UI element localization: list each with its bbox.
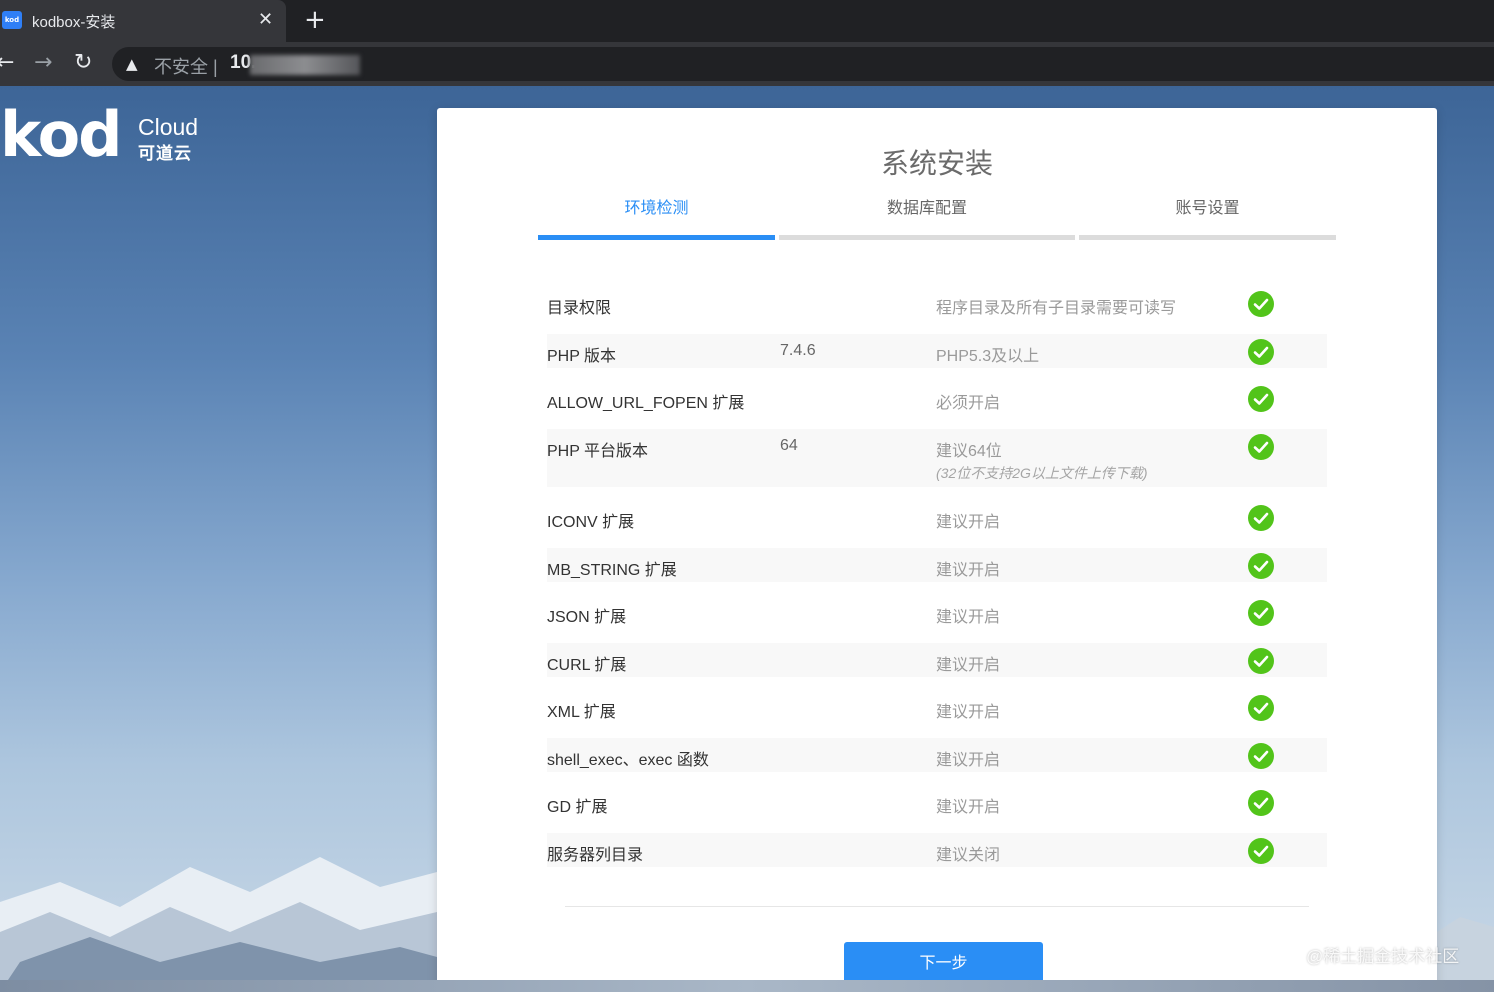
- step-progress-bar: [538, 235, 775, 240]
- check-row: ICONV 扩展 建议开启: [547, 500, 1327, 534]
- url-redacted-area: [250, 55, 360, 75]
- check-name: XML 扩展: [547, 704, 616, 721]
- check-requirement: 建议关闭: [936, 846, 1001, 864]
- check-name: 目录权限: [547, 300, 612, 317]
- check-circle-icon: [1248, 600, 1274, 626]
- browser-toolbar: ← → ↻ ▲ 不安全 | 10.: [0, 42, 1494, 86]
- check-circle-icon: [1248, 386, 1274, 412]
- check-requirement: 建议开启: [936, 609, 1001, 626]
- check-requirement: 建议开启: [936, 751, 1001, 769]
- step-db-config[interactable]: 数据库配置: [779, 196, 1075, 240]
- check-requirement: 建议64位: [936, 442, 1002, 460]
- close-icon[interactable]: ✕: [258, 9, 273, 31]
- check-row: MB_STRING 扩展 建议开启: [547, 547, 1327, 582]
- check-value: 7.4.6: [780, 341, 816, 359]
- check-circle-icon: [1248, 647, 1274, 674]
- check-requirement: 建议开启: [936, 514, 1001, 531]
- page-background: kod Cloud 可道云 系统安装 环境检测 数据库配置 账号设置 目录权限 程…: [0, 86, 1494, 992]
- check-circle-icon: [1248, 505, 1274, 531]
- kodcloud-logo: kod Cloud 可道云: [0, 98, 210, 171]
- check-row: JSON 扩展 建议开启: [547, 595, 1327, 629]
- browser-tab[interactable]: kod kodbox-安装 ✕: [0, 0, 286, 42]
- step-label: 账号设置: [1175, 200, 1240, 217]
- logo-cn-text: 可道云: [138, 144, 192, 163]
- check-circle-icon: [1248, 742, 1274, 769]
- check-value: 64: [780, 436, 798, 454]
- kod-favicon-icon: kod: [2, 11, 22, 29]
- check-circle-icon: [1248, 433, 1274, 460]
- page-title: 系统安装: [880, 148, 993, 179]
- logo-kod-text: kod: [0, 98, 123, 171]
- check-circle-icon: [1248, 338, 1274, 365]
- check-circle-icon: [1248, 790, 1274, 816]
- check-name: JSON 扩展: [547, 609, 627, 626]
- logo-cloud-text: Cloud: [138, 114, 199, 140]
- new-tab-button[interactable]: +: [304, 6, 326, 34]
- back-arrow-icon[interactable]: ←: [0, 51, 14, 75]
- check-row: 目录权限 程序目录及所有子目录需要可读写: [547, 286, 1327, 320]
- check-row: 服务器列目录 建议关闭: [547, 832, 1327, 867]
- step-account-setup[interactable]: 账号设置: [1079, 196, 1336, 240]
- check-circle-icon: [1248, 837, 1274, 864]
- check-circle-icon: [1248, 291, 1274, 317]
- check-requirement: 必须开启: [936, 395, 1001, 412]
- check-requirement: 建议开启: [936, 656, 1001, 674]
- watermark: @稀土掘金技术社区: [1306, 947, 1460, 966]
- check-circle-icon: [1248, 552, 1274, 579]
- check-row: GD 扩展 建议开启: [547, 785, 1327, 819]
- check-name: ALLOW_URL_FOPEN 扩展: [547, 395, 745, 412]
- bottom-edge: [0, 980, 1494, 992]
- check-circle-icon: [1248, 695, 1274, 721]
- check-name: CURL 扩展: [547, 656, 627, 674]
- check-name: PHP 版本: [547, 347, 617, 365]
- forward-arrow-icon[interactable]: →: [34, 51, 52, 75]
- check-row: PHP 版本 7.4.6 PHP5.3及以上: [547, 333, 1327, 368]
- step-env-check[interactable]: 环境检测: [538, 196, 775, 240]
- check-row: PHP 平台版本 64 建议64位 (32位不支持2G以上文件上传下载): [547, 428, 1327, 487]
- check-requirement: 建议开启: [936, 799, 1001, 816]
- divider: [565, 906, 1309, 907]
- check-row: XML 扩展 建议开启: [547, 690, 1327, 724]
- step-label: 数据库配置: [886, 200, 967, 217]
- check-requirement: 建议开启: [936, 704, 1001, 721]
- env-check-list: 目录权限 程序目录及所有子目录需要可读写 PHP 版本 7.4.6 PHP5.3及以上 A…: [547, 286, 1327, 880]
- check-name: MB_STRING 扩展: [547, 561, 677, 579]
- step-progress-bar: [1079, 235, 1336, 240]
- check-name: shell_exec、exec 函数: [547, 751, 709, 769]
- check-name: PHP 平台版本: [547, 442, 649, 460]
- check-requirement: 程序目录及所有子目录需要可读写: [936, 300, 1177, 317]
- step-label: 环境检测: [624, 200, 689, 217]
- install-steps: 环境检测 数据库配置 账号设置: [538, 196, 1336, 240]
- warning-triangle-icon[interactable]: ▲: [126, 55, 138, 73]
- check-requirement: 建议开启: [936, 561, 1001, 579]
- check-name: 服务器列目录: [547, 846, 644, 864]
- check-note: (32位不支持2G以上文件上传下载): [936, 464, 1148, 481]
- tab-title: kodbox-安装: [32, 14, 116, 31]
- check-name: GD 扩展: [547, 799, 608, 816]
- reload-icon[interactable]: ↻: [74, 51, 92, 75]
- check-row: CURL 扩展 建议开启: [547, 642, 1327, 677]
- check-row: ALLOW_URL_FOPEN 扩展 必须开启: [547, 381, 1327, 415]
- security-status[interactable]: 不安全 |: [154, 53, 218, 79]
- browser-tab-bar: kod kodbox-安装 ✕ +: [0, 0, 1494, 42]
- check-row: shell_exec、exec 函数 建议开启: [547, 737, 1327, 772]
- check-requirement: PHP5.3及以上: [936, 347, 1040, 365]
- check-name: ICONV 扩展: [547, 514, 635, 531]
- address-bar[interactable]: ▲ 不安全 | 10.: [112, 47, 1494, 81]
- install-card: 系统安装 环境检测 数据库配置 账号设置 目录权限 程序目录及所有子目录需要可读写…: [437, 108, 1437, 992]
- step-progress-bar: [779, 235, 1075, 240]
